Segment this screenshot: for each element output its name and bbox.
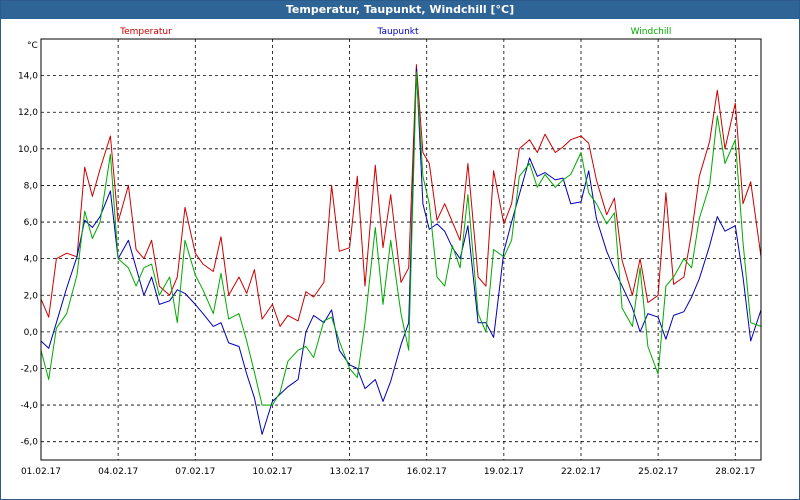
y-tick-label: 6,0 — [24, 218, 39, 228]
legend-taupunkt: Taupunkt — [376, 27, 419, 37]
y-tick-label: 14,0 — [18, 72, 38, 82]
x-tick-label: 25.02.17 — [638, 467, 678, 477]
temperatur-line — [40, 64, 762, 327]
chart-window: Temperatur, Taupunkt, Windchill [°C] Tem… — [0, 0, 800, 500]
x-tick-label: 10.02.17 — [252, 467, 292, 477]
y-tick-label: -2,0 — [20, 364, 38, 374]
legend-windchill: Windchill — [631, 27, 672, 37]
chart-svg: Temperatur Taupunkt Windchill °C -6,0 -4,… — [18, 27, 762, 477]
series-group — [40, 64, 762, 435]
y-tick-label: 0,0 — [24, 328, 39, 338]
legend-temperatur: Temperatur — [119, 27, 172, 37]
y-tick-label: 12,0 — [18, 108, 38, 118]
x-tick-label: 19.02.17 — [484, 467, 524, 477]
x-tick-label: 04.02.17 — [98, 467, 138, 477]
window-title: Temperatur, Taupunkt, Windchill [°C] — [1, 1, 799, 19]
y-tick-label: 10,0 — [18, 145, 38, 155]
y-tick-label: 4,0 — [24, 255, 39, 265]
taupunkt-line — [40, 67, 762, 435]
plot-frame — [40, 38, 762, 461]
x-tick-label: 28.02.17 — [715, 467, 755, 477]
y-tick-label: 8,0 — [24, 181, 39, 191]
x-tick-label: 01.02.17 — [21, 467, 61, 477]
grid — [40, 39, 761, 460]
y-tick-label: -6,0 — [20, 438, 38, 448]
x-tick-label: 07.02.17 — [175, 467, 215, 477]
windchill-line — [40, 71, 762, 406]
y-tick-label: 2,0 — [24, 291, 39, 301]
x-tick-label: 16.02.17 — [407, 467, 447, 477]
y-axis-unit: °C — [27, 41, 38, 51]
y-tick-label: -4,0 — [20, 401, 38, 411]
x-tick-label: 13.02.17 — [330, 467, 370, 477]
x-tick-label: 22.02.17 — [561, 467, 601, 477]
